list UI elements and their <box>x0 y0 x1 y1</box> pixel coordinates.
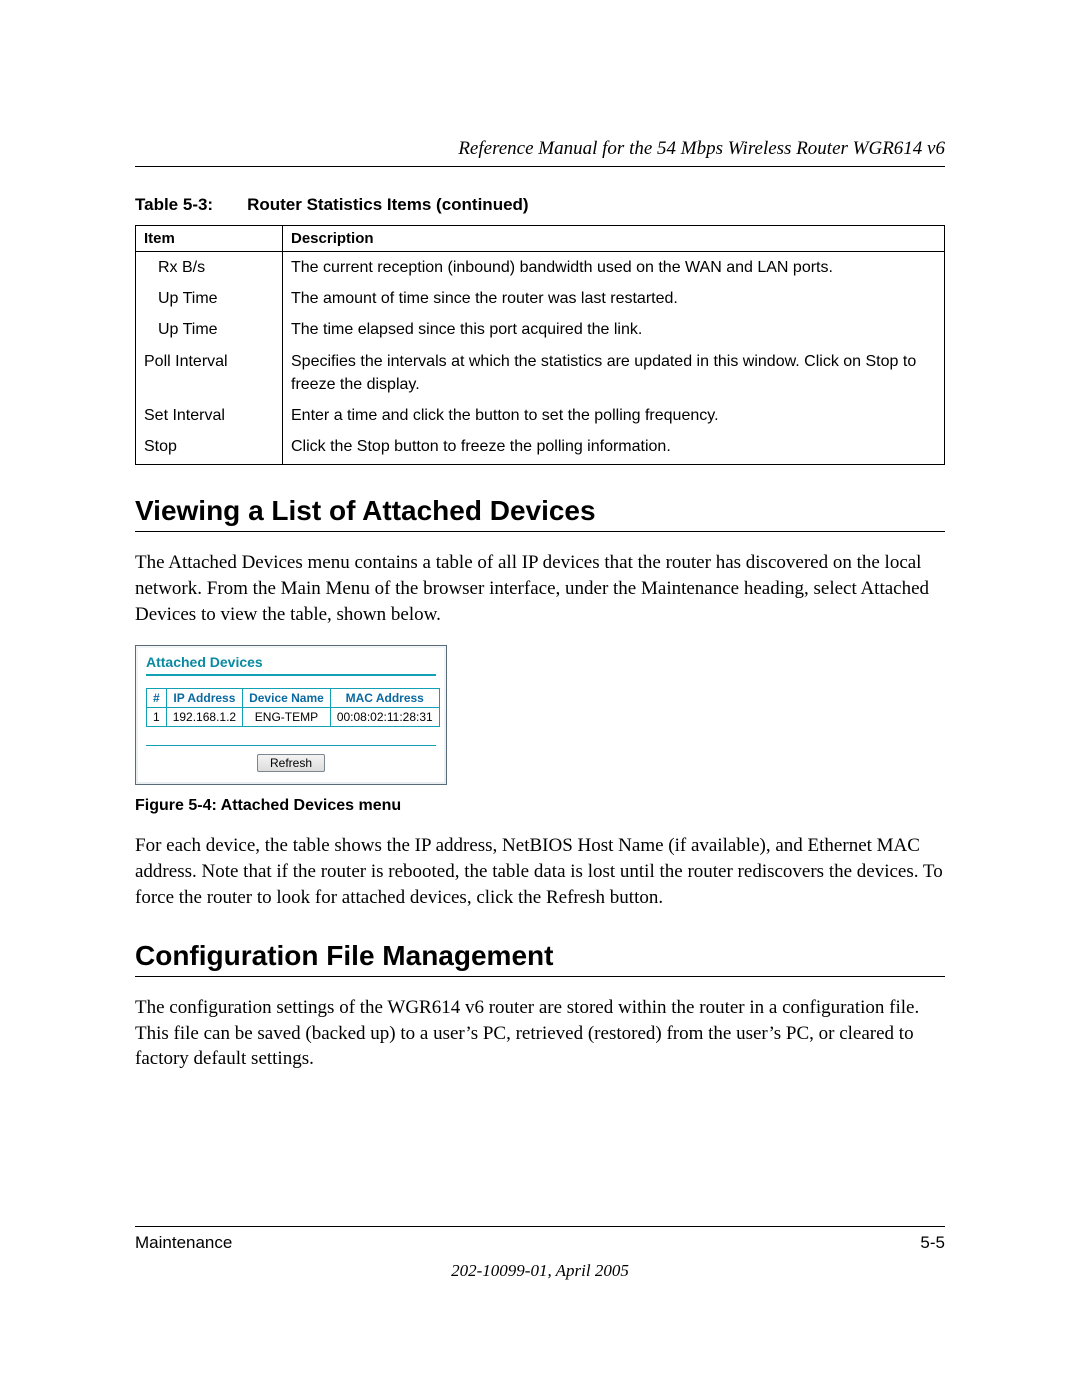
panel-title: Attached Devices <box>146 654 436 670</box>
stats-desc: Enter a time and click the button to set… <box>283 400 945 431</box>
footer-rule <box>135 1226 945 1227</box>
footer-left: Maintenance <box>135 1233 232 1253</box>
table-row: Up TimeThe time elapsed since this port … <box>136 314 945 345</box>
table-row: Poll IntervalSpecifies the intervals at … <box>136 346 945 400</box>
stats-item: Up Time <box>136 283 283 314</box>
section2-paragraph: The configuration settings of the WGR614… <box>135 995 945 1072</box>
stats-desc: The amount of time since the router was … <box>283 283 945 314</box>
stats-desc: Click the Stop button to freeze the poll… <box>283 431 945 465</box>
dev-ip: 192.168.1.2 <box>166 708 242 727</box>
panel-divider <box>146 674 436 676</box>
attached-devices-panel: Attached Devices # IP Address Device Nam… <box>135 645 447 785</box>
stats-item: Poll Interval <box>136 346 283 400</box>
stats-item: Rx B/s <box>136 252 283 284</box>
devices-table: # IP Address Device Name MAC Address 1 1… <box>146 688 440 727</box>
stats-item: Stop <box>136 431 283 465</box>
section-heading-attached-devices: Viewing a List of Attached Devices <box>135 495 945 532</box>
table-row: Rx B/sThe current reception (inbound) ba… <box>136 252 945 284</box>
stats-desc: The current reception (inbound) bandwidt… <box>283 252 945 284</box>
table-row: Up TimeThe amount of time since the rout… <box>136 283 945 314</box>
refresh-button[interactable]: Refresh <box>257 754 325 772</box>
table-row: Set IntervalEnter a time and click the b… <box>136 400 945 431</box>
table-row: StopClick the Stop button to freeze the … <box>136 431 945 465</box>
dev-name: ENG-TEMP <box>243 708 331 727</box>
th-item: Item <box>136 226 283 252</box>
dev-th-ip: IP Address <box>166 689 242 708</box>
dev-mac: 00:08:02:11:28:31 <box>330 708 439 727</box>
running-head: Reference Manual for the 54 Mbps Wireles… <box>135 138 945 167</box>
stats-desc: The time elapsed since this port acquire… <box>283 314 945 345</box>
section1-paragraph: The Attached Devices menu contains a tab… <box>135 550 945 627</box>
th-desc: Description <box>283 226 945 252</box>
stats-item: Set Interval <box>136 400 283 431</box>
table-title: Router Statistics Items (continued) <box>247 195 528 214</box>
dev-th-num: # <box>147 689 167 708</box>
section1b-paragraph: For each device, the table shows the IP … <box>135 833 945 910</box>
footer-docid: 202-10099-01, April 2005 <box>135 1261 945 1281</box>
section-heading-config-management: Configuration File Management <box>135 940 945 977</box>
dev-th-mac: MAC Address <box>330 689 439 708</box>
footer-page: 5-5 <box>920 1233 945 1253</box>
stats-item: Up Time <box>136 314 283 345</box>
panel-divider-2 <box>146 745 436 746</box>
stats-desc: Specifies the intervals at which the sta… <box>283 346 945 400</box>
table-row: 1 192.168.1.2 ENG-TEMP 00:08:02:11:28:31 <box>147 708 440 727</box>
table-caption: Table 5-3: Router Statistics Items (conti… <box>135 195 945 215</box>
dev-num: 1 <box>147 708 167 727</box>
table-label: Table 5-3: <box>135 195 213 214</box>
dev-th-name: Device Name <box>243 689 331 708</box>
figure-caption: Figure 5-4: Attached Devices menu <box>135 797 945 815</box>
router-stats-table: Item Description Rx B/sThe current recep… <box>135 225 945 465</box>
